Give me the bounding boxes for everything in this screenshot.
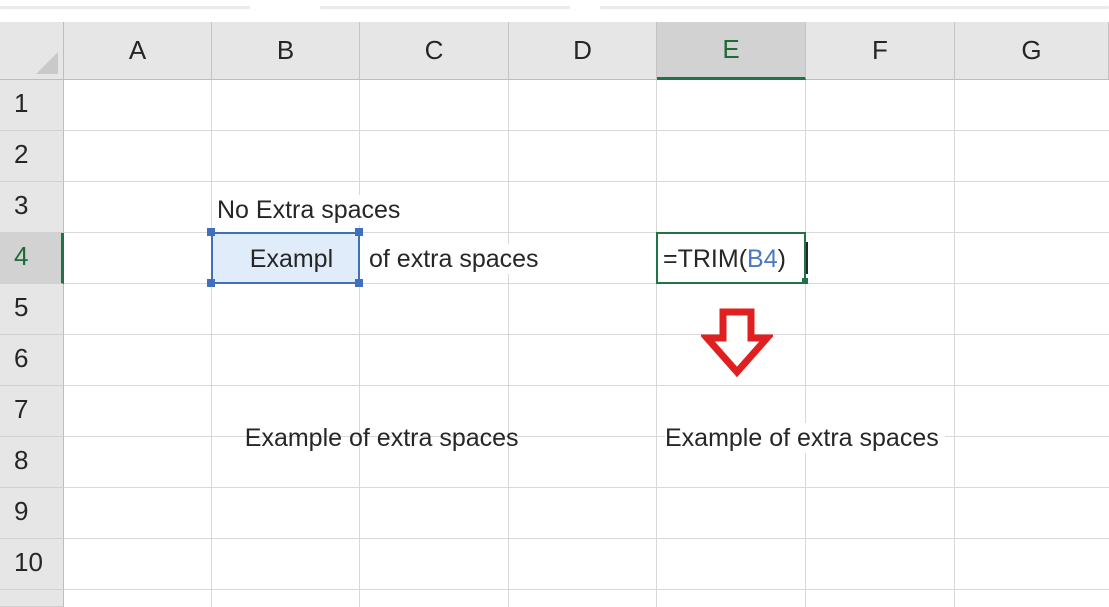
down-arrow-icon (701, 308, 773, 378)
grid-line (64, 589, 1109, 590)
spreadsheet-grid: A B C D E F G 1 2 3 4 5 6 7 8 9 10 No Ex… (0, 22, 1109, 607)
toolbar-edge (600, 6, 1109, 9)
row-header-5[interactable]: 5 (0, 284, 64, 335)
grid-line (64, 181, 1109, 182)
row-header-9[interactable]: 9 (0, 488, 64, 539)
row-header-3[interactable]: 3 (0, 182, 64, 233)
reference-handle[interactable] (355, 228, 363, 236)
column-header-d[interactable]: D (509, 22, 657, 80)
cell-b4[interactable]: Exampl (222, 244, 357, 274)
column-header-c[interactable]: C (360, 22, 509, 80)
cell-b7[interactable]: Example of extra spaces (217, 423, 519, 453)
column-header-f[interactable]: F (806, 22, 955, 80)
cell-e7[interactable]: Example of extra spaces (665, 423, 945, 453)
top-strip (0, 0, 1109, 22)
formula-function: =TRIM( (663, 245, 748, 273)
formula-close-paren: ) (777, 245, 786, 273)
row-header-2[interactable]: 2 (0, 131, 64, 182)
select-all-button[interactable] (0, 22, 64, 80)
cell-b3[interactable]: No Extra spaces (217, 195, 405, 225)
column-header-b[interactable]: B (212, 22, 360, 80)
toolbar-edge (320, 6, 570, 9)
reference-handle[interactable] (207, 279, 215, 287)
column-header-e[interactable]: E (657, 22, 806, 80)
formula-input[interactable]: =TRIM(B4) (663, 244, 786, 274)
grid-line (64, 538, 1109, 539)
text-cursor (806, 242, 808, 274)
grid-line (805, 80, 806, 607)
reference-handle[interactable] (355, 279, 363, 287)
grid-line (64, 487, 1109, 488)
select-all-icon (36, 52, 58, 74)
row-header-11[interactable] (0, 590, 64, 607)
row-header-10[interactable]: 10 (0, 539, 64, 590)
grid-line (64, 385, 1109, 386)
reference-handle[interactable] (207, 228, 215, 236)
column-header-a[interactable]: A (64, 22, 212, 80)
row-header-8[interactable]: 8 (0, 437, 64, 488)
row-header-7[interactable]: 7 (0, 386, 64, 437)
cell-b4-overflow: of extra spaces (369, 244, 539, 274)
grid-line (211, 80, 212, 607)
grid-line (64, 130, 1109, 131)
toolbar-edge (0, 6, 250, 9)
row-header-1[interactable]: 1 (0, 80, 64, 131)
fill-handle[interactable] (802, 278, 808, 284)
grid-line (64, 334, 1109, 335)
row-header-6[interactable]: 6 (0, 335, 64, 386)
grid-line (359, 80, 360, 607)
cell-area[interactable]: No Extra spaces Exampl of extra spaces =… (64, 80, 1109, 607)
row-header-4[interactable]: 4 (0, 233, 64, 284)
column-header-g[interactable]: G (955, 22, 1109, 80)
grid-line (508, 80, 509, 607)
grid-line (954, 80, 955, 607)
grid-line (656, 80, 657, 607)
formula-reference: B4 (747, 245, 778, 273)
